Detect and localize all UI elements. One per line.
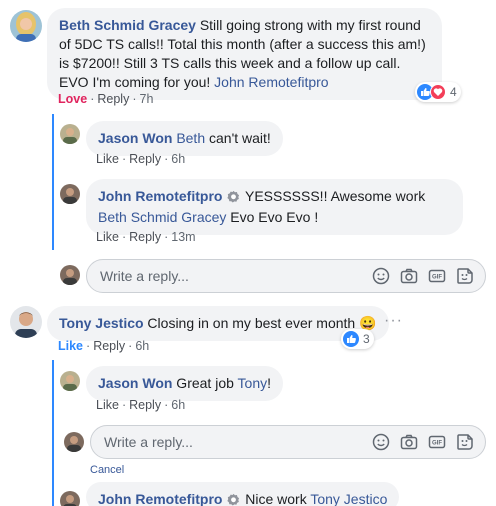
svg-text:GIF: GIF (432, 441, 442, 447)
comment-text: Closing in on my best ever month (143, 315, 360, 331)
reaction-summary[interactable]: 3 (341, 329, 374, 349)
like-link[interactable]: Like (96, 398, 119, 412)
reply-text-end: ! (267, 375, 272, 391)
reply-text-end: Evo Evo Evo ! (226, 209, 319, 225)
cancel-link[interactable]: Cancel (90, 464, 124, 476)
verified-badge-icon (227, 492, 240, 506)
reaction-count: 3 (363, 332, 370, 346)
smiley-icon[interactable] (371, 432, 391, 452)
mention-link[interactable]: Beth Schmid Gracey (98, 209, 226, 225)
reply-input[interactable]: Write a reply... GIF (86, 259, 486, 293)
comment-actions: Like · Reply · 6h (58, 339, 150, 353)
avatar-current-user (60, 265, 80, 285)
reply-text: YESSSSSS!! Awesome work (241, 188, 426, 204)
avatar-john[interactable] (60, 491, 80, 506)
camera-icon[interactable] (399, 266, 419, 286)
reply-text: Nice work (241, 491, 311, 506)
verified-badge-icon (227, 189, 240, 208)
reply-actions: Like · Reply · 6h (96, 398, 186, 412)
gif-icon[interactable]: GIF (427, 266, 447, 286)
reply-bubble-jason: Jason Won Great job Tony! (86, 366, 284, 401)
reply-link[interactable]: Reply (93, 339, 125, 353)
thread-line (52, 360, 54, 506)
reply-text: Great job (172, 375, 238, 391)
gif-icon[interactable]: GIF (427, 432, 447, 452)
reply-input[interactable]: Write a reply... GIF (90, 425, 486, 459)
reply-bubble-john: John Remotefitpro YESSSSSS!! Awesome wor… (86, 179, 463, 235)
love-reaction-link[interactable]: Love (58, 92, 87, 106)
reply-link[interactable]: Reply (129, 230, 161, 244)
reply-placeholder: Write a reply... (100, 268, 189, 284)
avatar-beth[interactable] (10, 10, 42, 42)
sticker-icon[interactable] (455, 266, 475, 286)
timestamp[interactable]: 7h (140, 92, 154, 106)
mention-link[interactable]: John Remotefitpro (214, 74, 328, 90)
timestamp[interactable]: 13m (171, 230, 195, 244)
avatar-jason[interactable] (60, 124, 80, 144)
reaction-count: 4 (450, 85, 457, 99)
comment-actions: Love · Reply · 7h (58, 92, 154, 106)
thread-line (52, 114, 54, 250)
like-icon (343, 331, 359, 347)
reply-author[interactable]: Jason Won (98, 130, 172, 146)
avatar-jason[interactable] (60, 371, 80, 391)
like-link[interactable]: Like (96, 230, 119, 244)
comment-author[interactable]: Beth Schmid Gracey (59, 17, 196, 33)
like-link[interactable]: Like (96, 152, 119, 166)
comment-bubble-tony: Tony Jestico Closing in on my best ever … (47, 306, 389, 341)
smiley-icon[interactable] (371, 266, 391, 286)
timestamp[interactable]: 6h (135, 339, 149, 353)
reply-author[interactable]: John Remotefitpro (98, 491, 222, 506)
mention-link[interactable]: Beth (176, 130, 205, 146)
heart-icon (430, 84, 446, 100)
camera-icon[interactable] (399, 432, 419, 452)
like-link[interactable]: Like (58, 339, 83, 353)
mention-link[interactable]: Tony (238, 375, 268, 391)
reply-author[interactable]: John Remotefitpro (98, 188, 222, 204)
svg-text:GIF: GIF (432, 275, 442, 281)
mention-link[interactable]: Tony Jestico (310, 491, 387, 506)
reaction-summary[interactable]: 4 (415, 82, 461, 102)
reply-text: can't wait! (205, 130, 271, 146)
comment-bubble-beth: Beth Schmid Gracey Still going strong wi… (47, 8, 442, 100)
reply-author[interactable]: Jason Won (98, 375, 172, 391)
reply-actions: Like · Reply · 6h (96, 152, 186, 166)
reply-link[interactable]: Reply (129, 152, 161, 166)
reply-link[interactable]: Reply (129, 398, 161, 412)
timestamp[interactable]: 6h (171, 152, 185, 166)
comment-author[interactable]: Tony Jestico (59, 315, 144, 331)
avatar-tony[interactable] (10, 306, 42, 338)
sticker-icon[interactable] (455, 432, 475, 452)
reply-link[interactable]: Reply (97, 92, 129, 106)
reply-placeholder: Write a reply... (104, 434, 193, 450)
avatar-current-user (64, 432, 84, 452)
reply-actions: Like · Reply · 13m (96, 230, 196, 244)
reply-bubble-john: John Remotefitpro Nice work Tony Jestico (86, 482, 400, 506)
avatar-john[interactable] (60, 184, 80, 204)
more-options-icon[interactable]: ··· (384, 312, 403, 330)
timestamp[interactable]: 6h (171, 398, 185, 412)
